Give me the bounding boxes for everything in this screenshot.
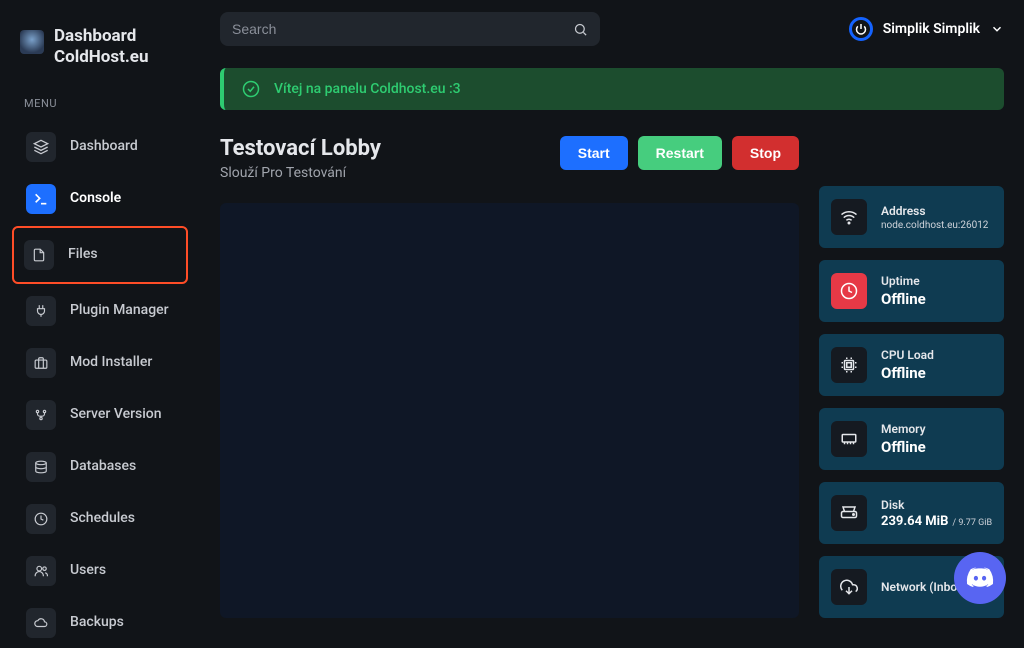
stat-uptime: Uptime Offline (819, 260, 1004, 322)
search-input[interactable] (232, 21, 573, 37)
search-box[interactable] (220, 12, 600, 46)
briefcase-icon (26, 348, 56, 378)
stat-value: Offline (881, 290, 926, 308)
brand: Dashboard ColdHost.eu (10, 10, 190, 79)
left-column: Testovací Lobby Slouží Pro Testování Sta… (220, 136, 799, 618)
console-output[interactable] (220, 203, 799, 618)
stat-value: node.coldhost.eu:26012 (881, 220, 988, 231)
discord-icon (966, 564, 994, 592)
menu-heading: MENU (10, 79, 190, 120)
sidebar-item-dashboard[interactable]: Dashboard (14, 122, 186, 172)
restart-button[interactable]: Restart (638, 136, 722, 170)
stat-disk: Disk 239.64 MiB / 9.77 GiB (819, 482, 1004, 544)
brand-title-line1: Dashboard (54, 26, 149, 47)
stat-value: 239.64 MiB (881, 514, 948, 529)
stat-value: Offline (881, 364, 934, 382)
start-button[interactable]: Start (560, 136, 628, 170)
user-menu[interactable]: Simplik Simplik (849, 17, 1004, 41)
hdd-icon (831, 495, 867, 531)
banner-text: Vítej na panelu Coldhost.eu :3 (274, 81, 461, 97)
branch-icon (26, 400, 56, 430)
stat-max: / 9.77 GiB (952, 518, 992, 528)
user-name: Simplik Simplik (883, 21, 980, 37)
stat-value: Offline (881, 438, 926, 456)
sidebar-item-label: Mod Installer (70, 354, 152, 371)
sidebar-item-databases[interactable]: Databases (14, 442, 186, 492)
cpu-icon (831, 347, 867, 383)
menu-list: Dashboard Console Files Plugin Manager M (10, 122, 190, 648)
action-buttons: Start Restart Stop (560, 136, 799, 170)
sidebar-item-label: Databases (70, 458, 136, 475)
plug-icon (26, 296, 56, 326)
download-cloud-icon (831, 569, 867, 605)
cloud-icon (26, 608, 56, 638)
sidebar-item-backups[interactable]: Backups (14, 598, 186, 648)
content: Testovací Lobby Slouží Pro Testování Sta… (220, 136, 1004, 618)
stat-label: Memory (881, 422, 926, 436)
sidebar-item-label: Files (68, 246, 98, 263)
file-icon (24, 240, 54, 270)
checkmark-circle-icon (242, 80, 260, 98)
sidebar-item-plugin-manager[interactable]: Plugin Manager (14, 286, 186, 336)
stop-button[interactable]: Stop (732, 136, 799, 170)
brand-title-line2: ColdHost.eu (54, 47, 149, 68)
database-icon (26, 452, 56, 482)
discord-button[interactable] (954, 552, 1006, 604)
brand-logo-icon (20, 30, 44, 54)
page-title: Testovací Lobby (220, 136, 381, 161)
sidebar-item-label: Server Version (70, 406, 162, 423)
chevron-down-icon (990, 22, 1004, 36)
users-icon (26, 556, 56, 586)
stat-label: Uptime (881, 274, 926, 288)
sidebar-item-console[interactable]: Console (14, 174, 186, 224)
stat-label: Address (881, 204, 988, 218)
brand-title: Dashboard ColdHost.eu (54, 26, 149, 69)
sidebar-item-label: Backups (70, 614, 124, 631)
sidebar-item-schedules[interactable]: Schedules (14, 494, 186, 544)
welcome-banner: Vítej na panelu Coldhost.eu :3 (220, 68, 1004, 110)
sidebar-item-label: Users (70, 562, 106, 579)
page-subtitle: Slouží Pro Testování (220, 165, 381, 181)
memory-icon (831, 421, 867, 457)
sidebar-item-mod-installer[interactable]: Mod Installer (14, 338, 186, 388)
stat-label: Disk (881, 498, 992, 512)
sidebar-item-label: Dashboard (70, 138, 138, 155)
sidebar-item-files[interactable]: Files (12, 226, 188, 284)
sidebar-item-server-version[interactable]: Server Version (14, 390, 186, 440)
layers-icon (26, 132, 56, 162)
stat-label: CPU Load (881, 348, 934, 362)
sidebar-item-users[interactable]: Users (14, 546, 186, 596)
stat-cpu: CPU Load Offline (819, 334, 1004, 396)
stat-address: Address node.coldhost.eu:26012 (819, 186, 1004, 248)
sidebar-item-label: Console (70, 190, 121, 207)
terminal-icon (26, 184, 56, 214)
clock-icon (26, 504, 56, 534)
wifi-icon (831, 199, 867, 235)
sidebar-item-label: Schedules (70, 510, 135, 527)
sidebar: Dashboard ColdHost.eu MENU Dashboard Con… (0, 0, 200, 622)
search-icon (573, 22, 588, 37)
page-header: Testovací Lobby Slouží Pro Testování Sta… (220, 136, 799, 181)
power-icon (849, 17, 873, 41)
topbar: Simplik Simplik (220, 0, 1004, 50)
main: Simplik Simplik Vítej na panelu Coldhost… (200, 0, 1024, 622)
stat-memory: Memory Offline (819, 408, 1004, 470)
sidebar-item-label: Plugin Manager (70, 302, 169, 319)
clock-icon (831, 273, 867, 309)
